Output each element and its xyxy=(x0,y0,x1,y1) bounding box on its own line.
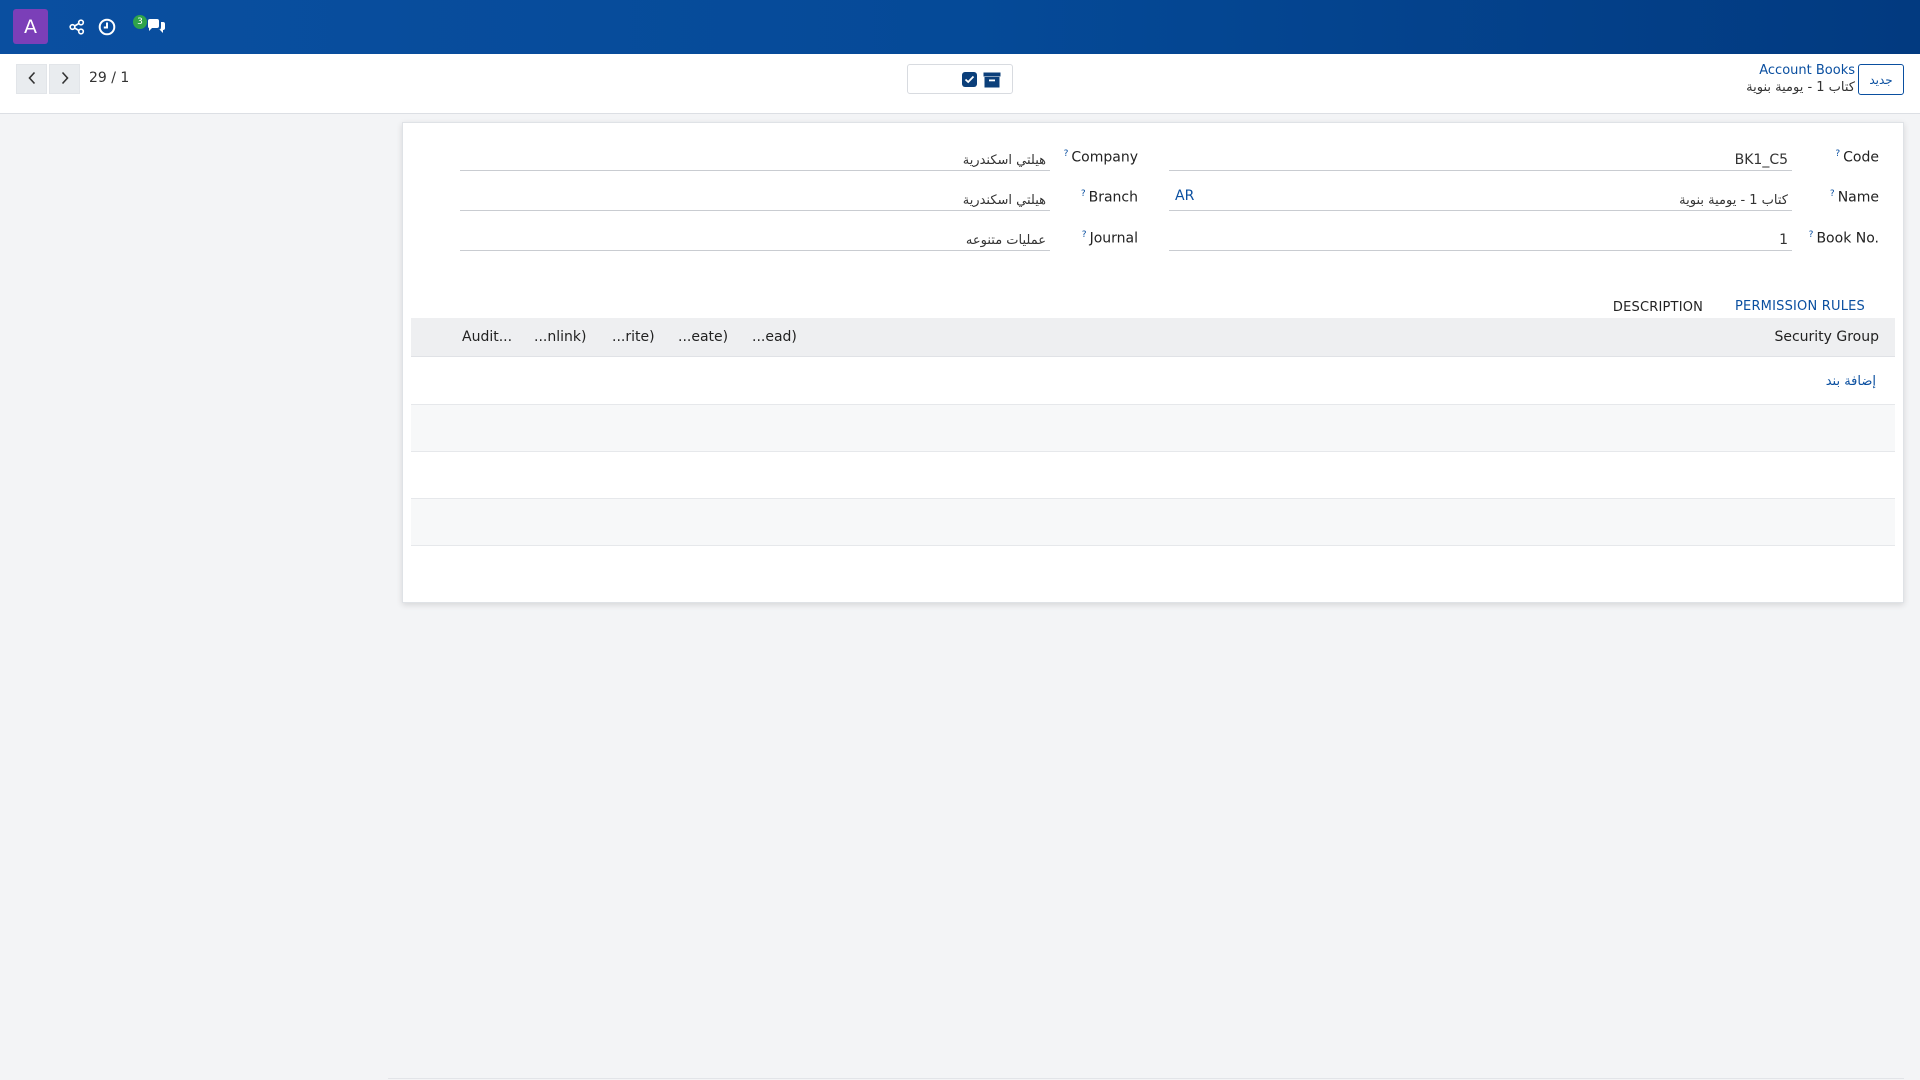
chat-badge: 3 xyxy=(133,15,147,29)
column-read[interactable]: ...ead) xyxy=(752,329,797,345)
breadcrumb-current: كتاب 1 - يومية بنوية xyxy=(1746,80,1855,95)
help-icon[interactable]: ? xyxy=(1830,189,1835,199)
record-status-box xyxy=(907,64,1013,94)
help-icon[interactable]: ? xyxy=(1809,230,1814,240)
code-input[interactable]: BK1_C5 xyxy=(1169,147,1792,171)
book-no-input[interactable]: 1 xyxy=(1169,227,1792,251)
table-row xyxy=(411,405,1895,452)
share-nodes-icon[interactable] xyxy=(66,16,88,38)
column-unlink[interactable]: ...nlink) xyxy=(534,329,586,345)
company-label: ? Company xyxy=(1063,149,1138,166)
name-input[interactable]: كتاب 1 - يومية بنوية AR xyxy=(1169,187,1792,211)
branch-input[interactable]: هيلتي اسكندرية xyxy=(460,187,1050,211)
pager-previous-button[interactable] xyxy=(16,64,47,94)
top-navbar: A 3 xyxy=(0,0,1920,54)
table-row xyxy=(411,499,1895,546)
column-create[interactable]: ...eate) xyxy=(678,329,728,345)
breadcrumb-parent-link[interactable]: Account Books xyxy=(1759,63,1855,78)
chevron-right-icon xyxy=(60,70,70,89)
code-label: ? Code xyxy=(1835,149,1879,166)
branch-label: ? Branch xyxy=(1080,189,1138,206)
control-bar: 29 / 1 Account Books كتاب 1 - يومية بنوي… xyxy=(0,54,1920,114)
translate-language-button[interactable]: AR xyxy=(1175,188,1194,204)
chat-icon[interactable] xyxy=(145,16,167,38)
pager-counter[interactable]: 29 / 1 xyxy=(89,70,129,86)
list-header: Security Group ...ead) ...eate) ...rite)… xyxy=(411,318,1895,357)
column-audit[interactable]: Audit... xyxy=(462,329,512,345)
book-no-label: ? Book No. xyxy=(1808,230,1879,247)
help-icon[interactable]: ? xyxy=(1835,149,1840,159)
add-line-link[interactable]: إضافة بند xyxy=(1826,374,1876,389)
help-icon[interactable]: ? xyxy=(1081,189,1086,199)
list-row-add-line: إضافة بند xyxy=(411,358,1895,405)
chevron-left-icon xyxy=(27,70,37,89)
pager-next-button[interactable] xyxy=(49,64,80,94)
user-avatar[interactable]: A xyxy=(13,9,48,44)
divider xyxy=(388,1078,1904,1079)
help-icon[interactable]: ? xyxy=(1082,230,1087,240)
new-record-button[interactable]: جديد xyxy=(1858,64,1904,95)
column-security-group[interactable]: Security Group xyxy=(1774,329,1879,345)
checkbox-icon[interactable] xyxy=(962,72,977,87)
help-icon[interactable]: ? xyxy=(1064,149,1069,159)
column-write[interactable]: ...rite) xyxy=(612,329,655,345)
company-input[interactable]: هيلتي اسكندرية xyxy=(460,147,1050,171)
archive-icon[interactable] xyxy=(983,71,1001,88)
journal-input[interactable]: عمليات متنوعه xyxy=(460,227,1050,251)
table-row xyxy=(411,452,1895,499)
form-sheet: ? Code BK1_C5 ? Name كتاب 1 - يومية بنوية … xyxy=(402,122,1904,603)
journal-label: ? Journal xyxy=(1081,230,1138,247)
name-label: ? Name xyxy=(1829,189,1879,206)
clock-icon[interactable] xyxy=(96,16,118,38)
